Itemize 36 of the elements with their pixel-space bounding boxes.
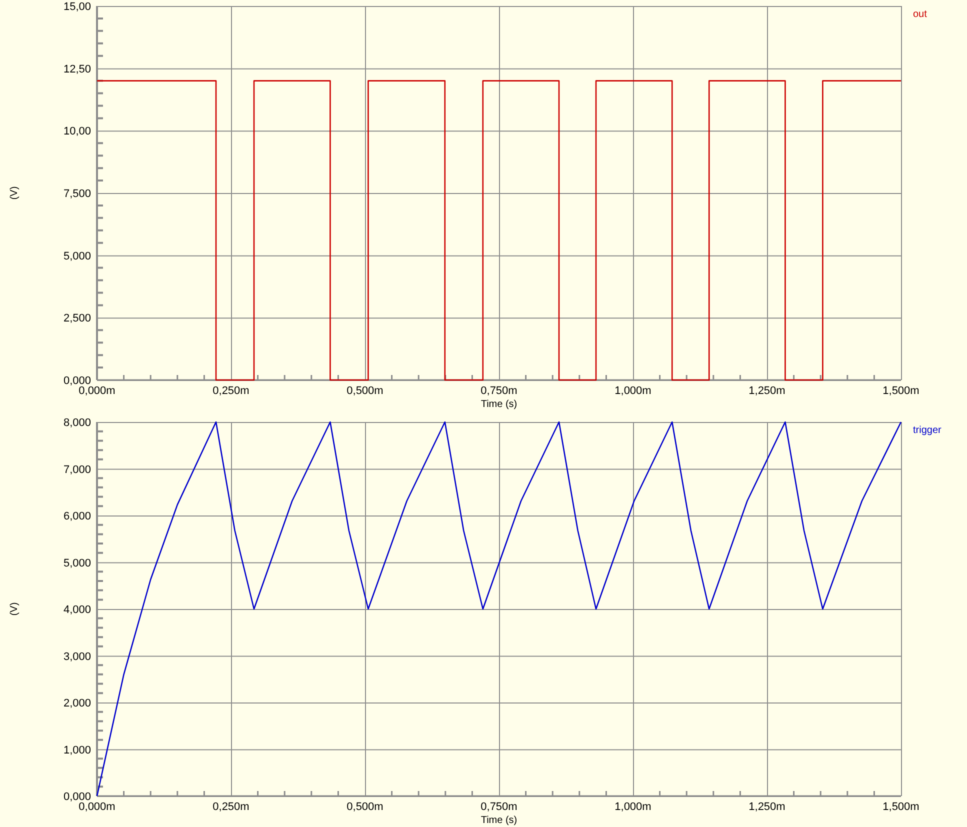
tick-label: 0,000	[63, 375, 91, 387]
axis-title: Time (s)	[480, 815, 518, 826]
tick-label: 5,000	[63, 557, 91, 570]
tick-label: 1,000m	[614, 385, 652, 397]
tick-label: 0,000m	[78, 385, 116, 397]
tick-label: 2,000	[63, 698, 91, 710]
tick-label: 0,750m	[480, 801, 518, 813]
legend-label: out	[913, 9, 927, 20]
tick-label: 0,250m	[212, 385, 250, 397]
tick-label: 0,750m	[480, 385, 518, 397]
tick-label: 6,000	[63, 510, 91, 522]
tick-label: 10,00	[63, 126, 91, 138]
tick-label: 1,500m	[882, 385, 920, 397]
axis-title: Time (s)	[480, 399, 518, 410]
tick-label: 1,250m	[748, 801, 786, 813]
tick-label: 1,500m	[882, 801, 920, 813]
tick-label: 5,000	[63, 250, 91, 262]
axis-title: (V)	[9, 186, 20, 200]
tick-label: 0,500m	[346, 385, 384, 397]
tick-label: 0,000	[63, 791, 91, 803]
tick-label: 0,000m	[78, 801, 116, 813]
tick-label: 15,00	[63, 1, 91, 13]
tick-label: 0,250m	[212, 801, 250, 813]
tick-label: 0,500m	[346, 801, 384, 813]
tick-label: 12,50	[63, 63, 91, 76]
axis-title: (V)	[9, 602, 20, 616]
legend-label: trigger	[913, 425, 942, 436]
tick-label: 1,000m	[614, 801, 652, 813]
tick-label: 1,000	[63, 744, 91, 756]
tick-label: 1,250m	[748, 385, 786, 397]
tick-label: 8,000	[63, 417, 91, 429]
tick-label: 3,000	[63, 650, 91, 663]
tick-label: 7,500	[63, 188, 91, 200]
tick-label: 4,000	[63, 604, 91, 616]
tick-label: 7,000	[63, 464, 91, 476]
tick-label: 2,500	[63, 312, 91, 325]
